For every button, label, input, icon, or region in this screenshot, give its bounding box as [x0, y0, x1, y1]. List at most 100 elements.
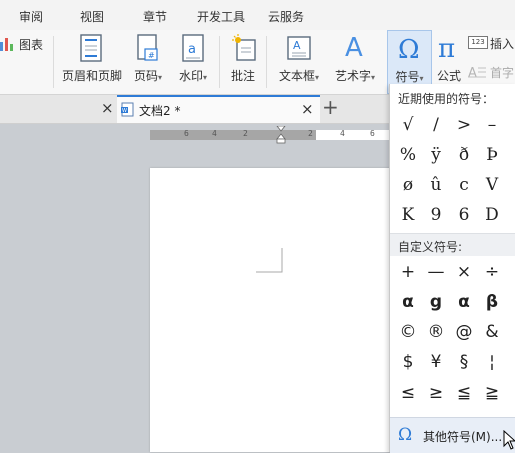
ribbon-separator	[266, 36, 267, 88]
svg-text:A: A	[293, 39, 301, 52]
page-number-icon: #	[137, 34, 158, 61]
custom-symbol[interactable]: &	[478, 318, 506, 346]
menu-bar: 审阅 视图 章节 开发工具 云服务	[0, 0, 515, 30]
recent-symbol[interactable]: √	[394, 111, 422, 139]
ruler-number: 4	[212, 129, 217, 138]
recent-symbol[interactable]: ð	[450, 141, 478, 169]
mouse-cursor-icon	[503, 430, 515, 450]
recent-symbol[interactable]: 9	[422, 201, 450, 229]
svg-text:π: π	[438, 34, 455, 61]
ribbon-separator	[219, 36, 220, 88]
custom-symbol[interactable]: ¥	[422, 348, 450, 376]
dropcap-label: 首字	[490, 66, 515, 80]
symbol-label: 符号▾	[395, 70, 424, 84]
recent-symbol[interactable]: 6	[450, 201, 478, 229]
recent-symbol[interactable]: ÿ	[422, 141, 450, 169]
custom-symbol[interactable]: ≦	[450, 379, 478, 407]
custom-symbol[interactable]: ≧	[478, 379, 506, 407]
custom-symbol[interactable]: ≥	[422, 379, 450, 407]
ruler-number: 2	[308, 129, 313, 138]
wordart-button[interactable]: A 艺术字▾	[330, 30, 380, 94]
menu-view[interactable]: 视图	[80, 8, 104, 25]
recent-symbol[interactable]: û	[422, 171, 450, 199]
textbox-button[interactable]: A 文本框▾	[272, 30, 326, 94]
custom-symbol[interactable]: ×	[450, 258, 478, 286]
menu-cloud-service[interactable]: 云服务	[268, 8, 304, 25]
custom-symbol[interactable]: ≤	[394, 379, 422, 407]
custom-symbols-title: 自定义符号:	[398, 240, 463, 254]
custom-symbol[interactable]: ©	[394, 318, 422, 346]
ruler-number: 2	[243, 129, 248, 138]
close-icon[interactable]: ×	[101, 99, 114, 117]
comment-button[interactable]: 批注	[224, 30, 262, 94]
dropcap-icon: A	[468, 66, 486, 79]
custom-symbol[interactable]: α	[394, 288, 422, 316]
chart-button[interactable]: 图表	[0, 30, 52, 94]
custom-symbol[interactable]: g	[422, 288, 450, 316]
custom-symbol[interactable]: —	[422, 258, 450, 286]
svg-text:Ω: Ω	[398, 35, 420, 62]
recent-symbol[interactable]: D	[478, 201, 506, 229]
custom-symbol[interactable]: ®	[422, 318, 450, 346]
plus-icon[interactable]: +	[322, 95, 339, 119]
page-number-button[interactable]: # 页码▾	[128, 30, 168, 94]
margin-corner-mark	[256, 248, 283, 273]
horizontal-ruler[interactable]: 6 4 2 2 4 6	[150, 126, 515, 144]
document-page[interactable]	[150, 168, 400, 452]
wordart-icon: A	[345, 33, 363, 62]
chart-icon	[0, 38, 13, 51]
textbox-label: 文本框▾	[278, 69, 320, 83]
chart-label: 图表	[19, 38, 44, 52]
page-number-label: 页码▾	[133, 69, 163, 83]
menu-chapter[interactable]: 章节	[143, 8, 167, 25]
recent-symbols-title: 近期使用的符号：	[398, 92, 495, 106]
indent-marker-icon[interactable]	[276, 126, 286, 144]
symbol-dropdown-panel: 近期使用的符号： √ / > – % ÿ ð Þ ø û c V K 9 6 D…	[389, 84, 515, 453]
recent-symbol[interactable]: –	[478, 111, 506, 139]
custom-symbol[interactable]: ÷	[478, 258, 506, 286]
number-badge-icon: 123	[468, 36, 488, 49]
dropcap-button[interactable]: A 首字	[468, 64, 515, 80]
textbox-icon: A	[287, 36, 311, 60]
ruler-number: 4	[340, 129, 345, 138]
insert-label: 插入	[490, 37, 515, 51]
wordart-label: 艺术字▾	[334, 69, 376, 83]
watermark-button[interactable]: a 水印▾	[172, 30, 214, 94]
formula-label: 公式	[436, 69, 461, 83]
comment-label: 批注	[230, 69, 255, 83]
comment-icon	[232, 34, 256, 61]
svg-text:W: W	[122, 108, 127, 114]
custom-symbol[interactable]: ¦	[478, 348, 506, 376]
custom-symbol[interactable]: §	[450, 348, 478, 376]
recent-symbol[interactable]: Þ	[478, 141, 506, 169]
svg-text:a: a	[188, 42, 196, 57]
custom-symbol[interactable]: $	[394, 348, 422, 376]
document-icon: W	[121, 102, 134, 117]
recent-symbol[interactable]: ø	[394, 171, 422, 199]
watermark-icon: a	[182, 34, 204, 62]
recent-symbol[interactable]: K	[394, 201, 422, 229]
custom-symbol[interactable]: β	[478, 288, 506, 316]
recent-symbol[interactable]: c	[450, 171, 478, 199]
custom-symbol[interactable]: α	[450, 288, 478, 316]
custom-symbol[interactable]: @	[450, 318, 478, 346]
svg-text:#: #	[148, 51, 155, 60]
custom-symbol[interactable]: +	[394, 258, 422, 286]
close-icon[interactable]: ×	[301, 100, 314, 118]
recent-symbol[interactable]: >	[450, 111, 478, 139]
pi-icon: π	[438, 34, 455, 61]
more-symbols-button[interactable]: Ω 其他符号(M)...	[390, 417, 515, 453]
recent-symbol[interactable]: /	[422, 111, 450, 139]
menu-developer-tools[interactable]: 开发工具	[197, 8, 245, 25]
insert-number-button[interactable]: 123 插入	[468, 35, 515, 51]
header-footer-icon	[80, 34, 102, 62]
doc-tab[interactable]: W 文档2 * ×	[117, 95, 320, 123]
menu-review[interactable]: 审阅	[19, 8, 43, 25]
ruler-number: 6	[370, 129, 375, 138]
more-symbols-label: 其他符号(M)...	[423, 430, 503, 444]
header-footer-button[interactable]: 页眉和页脚	[60, 30, 124, 94]
ruler-number: 6	[184, 129, 189, 138]
recent-symbol[interactable]: %	[394, 141, 422, 169]
recent-symbol[interactable]: V	[478, 171, 506, 199]
omega-icon: Ω	[398, 425, 413, 445]
